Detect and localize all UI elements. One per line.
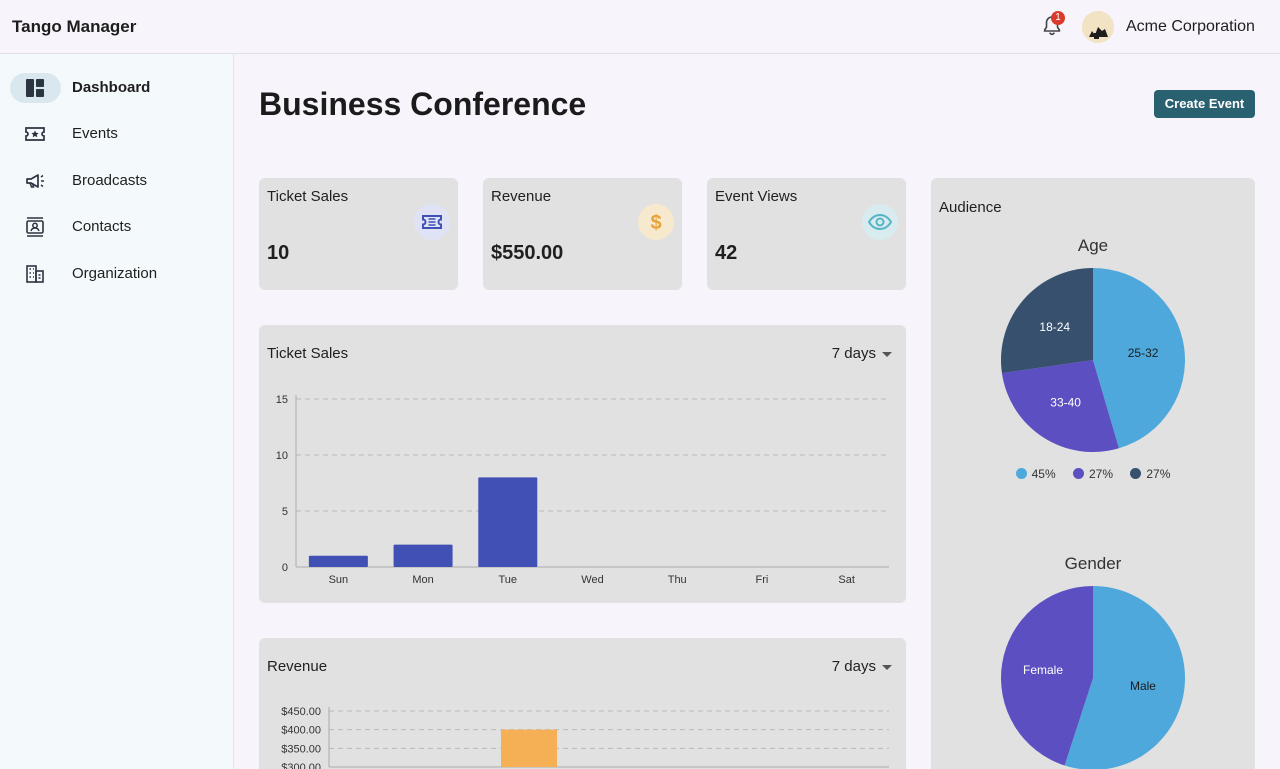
stat-title: Event Views [715, 188, 798, 205]
y-tick-label: 5 [282, 506, 288, 518]
ticket-star-icon [25, 127, 45, 141]
bar [501, 729, 557, 767]
y-tick-label: $450.00 [281, 706, 321, 718]
svg-text:$: $ [650, 212, 661, 234]
ticket-sales-chart: 0 5 10 15 Sun Mon Tue Wed Thu Fri Sat [276, 394, 889, 586]
create-event-button[interactable]: Create Event [1154, 90, 1255, 118]
sidebar-item-organization[interactable]: Organization [10, 259, 224, 289]
dollar-icon: $ [638, 204, 674, 240]
app-title[interactable]: Tango Manager [12, 17, 136, 37]
age-legend: 45% 27% 27% [931, 467, 1255, 481]
legend-label: 27% [1088, 467, 1114, 481]
legend-label: 45% [1031, 467, 1056, 481]
stat-card-revenue: Revenue $ $550.00 [483, 178, 682, 290]
pie-icon [1015, 468, 1027, 479]
ticket-sales-panel: Ticket Sales 7 days 0 5 10 15 Sun Mon Tue Wed Th… [259, 325, 906, 603]
pie-slice-label: Male [1130, 679, 1156, 693]
stat-value: $550.00 [491, 242, 564, 264]
sidebar-item-label: Organization [72, 265, 158, 282]
y-tick-label: 0 [282, 562, 288, 574]
bar [393, 544, 453, 567]
legend-item: 27% [1072, 467, 1114, 481]
dashboard-icon [26, 79, 44, 97]
avatar[interactable] [1082, 11, 1114, 43]
pie-slice-label: 33-40 [1050, 396, 1081, 410]
bar [308, 555, 368, 567]
megaphone-icon [26, 174, 44, 188]
revenue-chart: $300.00 $350.00 $400.00 $450.00 [281, 706, 889, 769]
sidebar: Dashboard Events Broadcasts Contacts Org… [0, 54, 234, 769]
x-tick-label: Mon [412, 574, 433, 586]
y-tick-label: $300.00 [281, 762, 321, 769]
stat-value: 10 [267, 242, 290, 264]
legend-label: 27% [1146, 467, 1171, 481]
stat-title: Revenue [491, 188, 552, 205]
y-tick-label: $350.00 [281, 743, 321, 755]
x-tick-label: Sun [329, 574, 349, 586]
eye-icon [862, 204, 898, 240]
stat-card-ticket-sales: Ticket Sales 10 [259, 178, 458, 290]
bar [478, 477, 538, 567]
revenue-panel: Revenue 7 days $300.00 $350.00 $400.00 $450… [259, 638, 906, 769]
age-pie-chart: 25-32 33-40 18-24 [1001, 268, 1185, 452]
ticket-icon [414, 204, 450, 240]
organization-name[interactable]: Acme Corporation [1126, 18, 1255, 36]
x-tick-label: Sat [838, 574, 855, 586]
sidebar-item-broadcasts[interactable]: Broadcasts [10, 166, 224, 196]
pie-icon [1130, 468, 1142, 479]
legend-item: 27% [1130, 467, 1170, 481]
y-tick-label: 15 [276, 394, 288, 406]
contact-card-icon [26, 217, 44, 237]
sidebar-item-events[interactable]: Events [10, 119, 224, 149]
page-title: Business Conference [259, 86, 587, 122]
sidebar-item-label: Events [72, 125, 118, 142]
stat-card-event-views: Event Views 42 [707, 178, 906, 290]
pie-slice-label: 25-32 [1128, 346, 1159, 360]
sidebar-item-label: Dashboard [72, 79, 151, 96]
notification-badge: 1 [1051, 11, 1065, 25]
pie-icon [1072, 468, 1084, 479]
pie-slice-label: 18-24 [1039, 320, 1070, 334]
sidebar-item-contacts[interactable]: Contacts [10, 212, 224, 242]
x-tick-label: Fri [756, 574, 769, 586]
x-tick-label: Wed [581, 574, 603, 586]
building-icon [26, 265, 44, 283]
sidebar-item-label: Contacts [72, 218, 132, 235]
sidebar-item-label: Broadcasts [72, 172, 148, 189]
stat-title: Ticket Sales [267, 188, 349, 205]
pie-slice-label: Female [1023, 663, 1063, 677]
gender-pie-chart: Male Female [1001, 586, 1185, 769]
y-tick-label: $400.00 [281, 725, 321, 737]
avatar-image [1082, 11, 1114, 43]
y-tick-label: 10 [276, 450, 288, 462]
stat-value: 42 [715, 242, 738, 264]
sidebar-item-dashboard[interactable]: Dashboard [10, 73, 224, 103]
x-tick-label: Tue [499, 574, 518, 586]
top-bar: Tango Manager 1 Acme Corporation [0, 0, 1280, 54]
x-tick-label: Thu [668, 574, 687, 586]
gender-chart-title: Gender [1064, 554, 1122, 573]
audience-panel: Audience Age 25-32 33-40 18-24 45% 27% 27%… [931, 178, 1255, 769]
legend-item: 45% [1015, 467, 1056, 481]
